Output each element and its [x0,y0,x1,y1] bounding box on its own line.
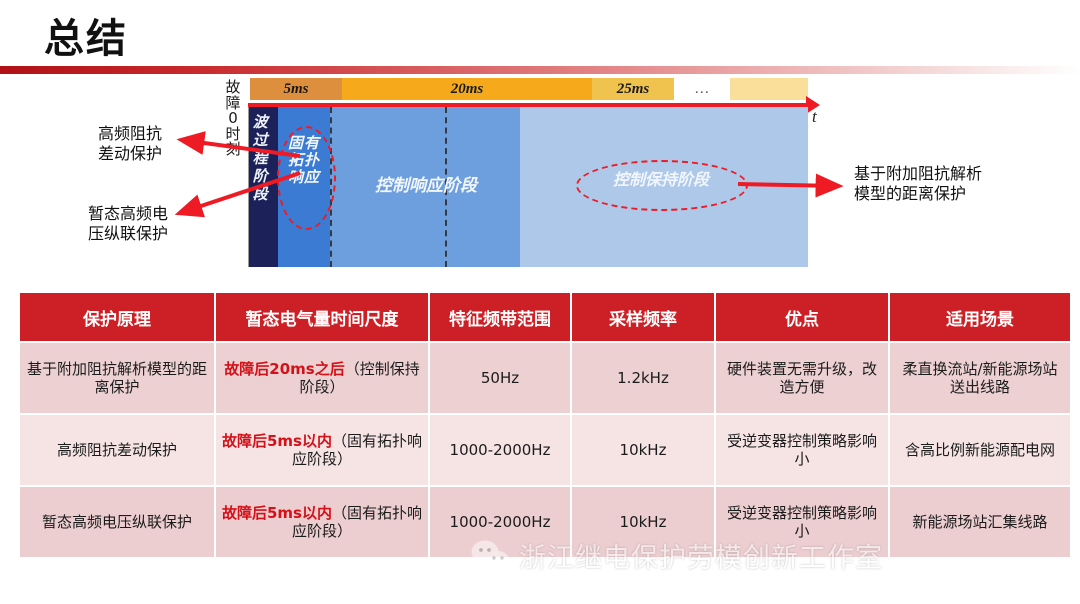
time-mark-25ms: 25ms [592,78,674,100]
wechat-icon [471,540,509,572]
cell-scenario: 含高比例新能源配电网 [890,415,1070,485]
table-header-principle: 保护原理 [20,293,214,341]
cell-timescale: 故障后5ms以内（固有拓扑响应阶段） [216,487,428,557]
cell-timescale-highlight: 故障后5ms以内 [221,503,332,522]
time-mark-ellipsis: … [674,78,730,100]
cell-scenario: 新能源场站汇集线路 [890,487,1070,557]
callout-left-top: 高频阻抗 差动保护 [98,124,162,163]
callout-left-top-line-0: 高频阻抗 [98,124,163,143]
phase-label-wave-text: 波过程阶段 [250,114,269,204]
highlight-ellipse-topology [277,126,336,230]
table-header-band: 特征频带范围 [430,293,570,341]
callout-right-line-0: 基于附加阻抗解析 [854,164,983,183]
callout-right: 基于附加阻抗解析 模型的距离保护 [854,164,982,203]
table-row: 基于附加阻抗解析模型的距离保护 故障后20ms之后（控制保持阶段） 50Hz 1… [20,343,1070,413]
cell-timescale-highlight: 故障后5ms以内 [221,431,332,450]
comparison-table: 保护原理 暂态电气量时间尺度 特征频带范围 采样频率 优点 适用场景 基于附加阻… [18,291,1072,559]
cell-timescale-highlight: 故障后20ms之后 [224,359,345,378]
watermark-text: 浙江继电保护劳模创新工作室 [519,543,883,574]
time-mark-tail [730,78,808,100]
phase-label-control-response: 控制响应阶段 [345,176,507,195]
phase-label-wave: 波过程阶段 [251,114,275,204]
cell-band: 1000-2000Hz [430,415,570,485]
cell-scenario: 柔直换流站/新能源场站送出线路 [890,343,1070,413]
origin-label: 故 障 0 时 刻 [222,79,244,159]
cell-principle: 高频阻抗差动保护 [20,415,214,485]
cell-advantage: 受逆变器控制策略影响小 [716,415,888,485]
callout-left-bottom: 暂态高频电 压纵联保护 [88,204,168,243]
table-header-sampling: 采样频率 [572,293,714,341]
cell-timescale: 故障后20ms之后（控制保持阶段） [216,343,428,413]
callout-left-top-line-1: 差动保护 [98,143,163,163]
time-mark-20ms: 20ms [342,78,592,100]
time-axis-label: t [812,107,817,126]
cell-sampling: 10kHz [572,415,714,485]
cell-principle: 暂态高频电压纵联保护 [20,487,214,557]
highlight-ellipse-control-hold [576,160,748,211]
callout-left-bottom-line-0: 暂态高频电 [88,204,169,223]
cell-advantage: 硬件装置无需升级，改造方便 [716,343,888,413]
table-header-advantage: 优点 [716,293,888,341]
table-header-scenario: 适用场景 [890,293,1070,341]
page-title: 总结 [44,16,128,62]
timeline-diagram: 故 障 0 时 刻 5ms 20ms 25ms … t 波过程阶段 固有拓扑响应… [0,78,1080,278]
origin-label-char-4: 刻 [225,140,241,159]
time-mark-5ms: 5ms [250,78,342,100]
title-divider [0,66,1080,74]
table-header-timescale: 暂态电气量时间尺度 [216,293,428,341]
table-row: 高频阻抗差动保护 故障后5ms以内（固有拓扑响应阶段） 1000-2000Hz … [20,415,1070,485]
phase-label-control-response-text: 控制响应阶段 [375,176,477,195]
callout-left-bottom-line-1: 压纵联保护 [88,223,169,243]
cell-principle: 基于附加阻抗解析模型的距离保护 [20,343,214,413]
cell-sampling: 1.2kHz [572,343,714,413]
cell-band: 50Hz [430,343,570,413]
table-header-row: 保护原理 暂态电气量时间尺度 特征频带范围 采样频率 优点 适用场景 [20,293,1070,341]
callout-right-line-1: 模型的距离保护 [854,183,967,203]
cell-timescale: 故障后5ms以内（固有拓扑响应阶段） [216,415,428,485]
watermark: 浙江继电保护劳模创新工作室 [470,536,883,575]
